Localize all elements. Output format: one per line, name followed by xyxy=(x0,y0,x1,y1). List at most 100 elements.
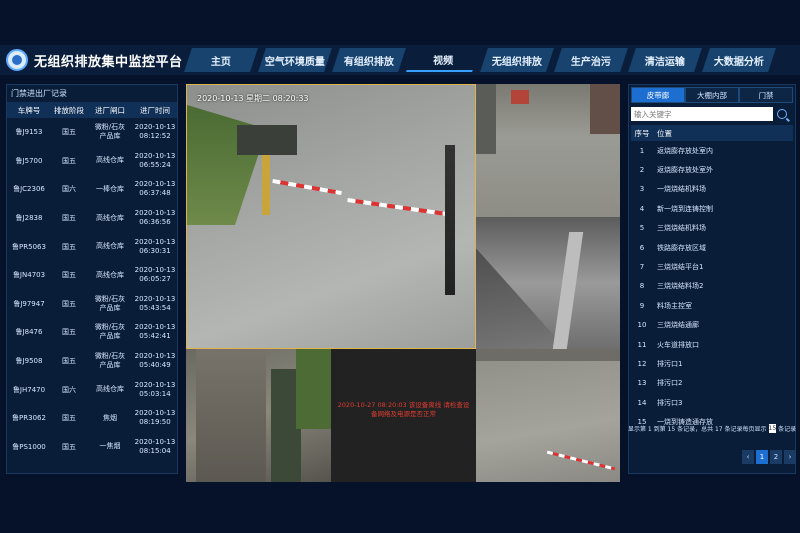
tab-unorganized-emission[interactable]: 无组织排放 xyxy=(480,48,554,72)
plate-cell-line: 鲁J8476 xyxy=(15,328,43,337)
camera-location: 新一烧到连铸控制 xyxy=(657,204,713,213)
video-bottom-middle-offline[interactable]: 2020-10-27 08:20:03 该设备离线 请检查设备网络及电源是否正常 xyxy=(331,349,476,482)
time-cell-line: 06:55:24 xyxy=(139,160,171,169)
table-row[interactable]: 鲁PS1000 国五 一焦烟 2020-10-13 08:15:04 xyxy=(7,433,177,462)
gate-records-panel: 门禁进出厂记录 车牌号 排放阶段 进厂闸口 进厂时间 鲁J9153 国五 微粉/石灰… xyxy=(6,84,178,474)
list-item[interactable]: 9 料场主控室 xyxy=(631,296,793,315)
page-size-select[interactable]: 15 xyxy=(768,424,777,433)
video-right-top[interactable] xyxy=(476,84,620,217)
tab-belt-corridor[interactable]: 皮带廊 xyxy=(631,87,685,103)
tab-big-data[interactable]: 大数据分析 xyxy=(702,48,776,72)
tab-home[interactable]: 主页 xyxy=(184,48,258,72)
table-row[interactable]: 鲁J8476 国五 微粉/石灰 产品库 2020-10-13 05:42:41 xyxy=(7,318,177,347)
gate-cell: 高线仓库 xyxy=(87,385,133,394)
plate-cell: 鲁JC2306 xyxy=(7,184,51,194)
table-row[interactable]: 鲁JC2306 国六 一棒仓库 2020-10-13 06:37:48 xyxy=(7,175,177,204)
gate-cell-line: 微粉/石灰 xyxy=(94,123,126,132)
scene-wall xyxy=(237,125,297,155)
gate-cell: 高线仓库 xyxy=(87,271,133,280)
page-button[interactable]: 2 xyxy=(770,450,782,464)
table-row[interactable]: 鲁J2838 国五 高线仓库 2020-10-13 06:36:56 xyxy=(7,204,177,233)
camera-location: 返烧膨存放处室内 xyxy=(657,146,713,155)
tab-video[interactable]: 视频 xyxy=(406,48,480,72)
gate-cell-line: 产品库 xyxy=(99,303,121,312)
time-cell-line: 06:37:48 xyxy=(139,189,171,198)
row-number: 9 xyxy=(639,301,645,310)
stage-cell-line: 国五 xyxy=(62,214,76,223)
row-number: 2 xyxy=(639,166,645,175)
list-item[interactable]: 4 新一烧到连铸控制 xyxy=(631,199,793,218)
time-cell-line: 2020-10-13 xyxy=(134,409,176,418)
stage-cell: 国五 xyxy=(51,413,87,423)
row-number: 5 xyxy=(639,224,645,233)
list-item[interactable]: 8 三烧烧结料场2 xyxy=(631,277,793,296)
list-item[interactable]: 5 三烧烧结机料场 xyxy=(631,219,793,238)
list-item[interactable]: 2 返烧膨存放处室外 xyxy=(631,160,793,179)
stage-cell-line: 国五 xyxy=(62,357,76,366)
stage-cell: 国五 xyxy=(51,442,87,452)
tab-organized-emission[interactable]: 有组织排放 xyxy=(332,48,406,72)
table-row[interactable]: 鲁JN4703 国五 高线仓库 2020-10-13 06:05:27 xyxy=(7,261,177,290)
gate-cell: 微粉/石灰 产品库 xyxy=(87,123,133,141)
camera-list: 1 返烧膨存放处室内 2 返烧膨存放处室外 3 一烧烧结机料场 4 新一烧到连铸控制 5 三烧烧结… xyxy=(629,141,795,432)
tab-gate[interactable]: 门禁 xyxy=(739,87,793,103)
scene-gate-post xyxy=(262,155,270,215)
table-row[interactable]: 鲁PR5063 国五 高线仓库 2020-10-13 06:30:31 xyxy=(7,232,177,261)
list-item[interactable]: 3 一烧烧结机料场 xyxy=(631,180,793,199)
prev-page-button[interactable]: ‹ xyxy=(742,450,754,464)
gate-cell: 一焦烟 xyxy=(87,442,133,451)
plate-cell-line: 鲁PR5063 xyxy=(12,242,46,251)
plate-cell: 鲁J8476 xyxy=(7,327,51,337)
stage-cell-line: 国五 xyxy=(62,328,76,337)
tab-clean-transport[interactable]: 清洁运输 xyxy=(628,48,702,72)
table-row[interactable]: 鲁J97947 国五 微粉/石灰 产品库 2020-10-13 05:43:54 xyxy=(7,290,177,319)
time-cell-line: 2020-10-13 xyxy=(134,266,176,275)
scene-gate-post xyxy=(445,145,455,295)
plate-cell-line: 鲁J5700 xyxy=(15,156,43,165)
table-row[interactable]: 鲁J5700 国五 高线仓库 2020-10-13 06:55:24 xyxy=(7,147,177,176)
video-main[interactable]: 2020-10-13 星期二 08:20:33 xyxy=(186,84,476,349)
plate-cell: 鲁PR5063 xyxy=(7,242,51,252)
list-item[interactable]: 7 三烧烧结平台1 xyxy=(631,257,793,276)
video-right-middle[interactable] xyxy=(476,217,620,349)
next-page-button[interactable]: › xyxy=(784,450,796,464)
table-row[interactable]: 鲁J9508 国五 微粉/石灰 产品库 2020-10-13 05:40:49 xyxy=(7,347,177,376)
list-item[interactable]: 14 排污口3 xyxy=(631,393,793,412)
table-row[interactable]: 鲁J9153 国五 微粉/石灰 产品库 2020-10-13 08:12:52 xyxy=(7,118,177,147)
gate-cell: 高线仓库 xyxy=(87,214,133,223)
list-item[interactable]: 11 火车道排放口 xyxy=(631,335,793,354)
row-number: 7 xyxy=(639,263,645,272)
tab-air-quality[interactable]: 空气环境质量 xyxy=(258,48,332,72)
list-item[interactable]: 13 排污口2 xyxy=(631,374,793,393)
time-cell: 2020-10-13 06:30:31 xyxy=(133,238,177,256)
plate-cell-line: 鲁JH7470 xyxy=(12,385,46,394)
scene-material-pile xyxy=(476,248,566,349)
plate-cell: 鲁PS1000 xyxy=(7,442,51,452)
row-number: 14 xyxy=(637,398,647,407)
time-cell-line: 05:40:49 xyxy=(139,361,171,370)
row-number: 3 xyxy=(639,185,645,194)
gate-cell-line: 产品库 xyxy=(99,361,121,370)
brand: 无组织排放集中监控平台 xyxy=(6,46,183,74)
table-row[interactable]: 鲁PR3062 国五 焦烟 2020-10-13 08:19:50 xyxy=(7,404,177,433)
gate-cell-line: 产品库 xyxy=(99,132,121,141)
list-item[interactable]: 12 排污口1 xyxy=(631,354,793,373)
plate-cell-line: 鲁PR3062 xyxy=(12,414,46,423)
time-cell: 2020-10-13 08:19:50 xyxy=(133,409,177,427)
page-button[interactable]: 1 xyxy=(756,450,768,464)
video-bottom-left[interactable] xyxy=(186,349,331,482)
search-icon[interactable] xyxy=(777,109,787,119)
table-row[interactable]: 鲁JH7470 国六 高线仓库 2020-10-13 05:03:14 xyxy=(7,375,177,404)
logo-icon xyxy=(6,49,28,71)
time-cell-line: 06:05:27 xyxy=(139,275,171,284)
time-cell: 2020-10-13 06:55:24 xyxy=(133,152,177,170)
search-input[interactable] xyxy=(631,107,773,121)
plate-cell-line: 鲁J9153 xyxy=(15,128,43,137)
tab-production[interactable]: 生产治污 xyxy=(554,48,628,72)
video-bottom-right[interactable] xyxy=(476,349,620,482)
tab-shed-interior[interactable]: 大棚内部 xyxy=(685,87,739,103)
list-item[interactable]: 10 三烧烧结通廊 xyxy=(631,316,793,335)
list-item[interactable]: 6 铁路膨存放区域 xyxy=(631,238,793,257)
list-item[interactable]: 1 返烧膨存放处室内 xyxy=(631,141,793,160)
time-cell-line: 2020-10-13 xyxy=(134,323,176,332)
